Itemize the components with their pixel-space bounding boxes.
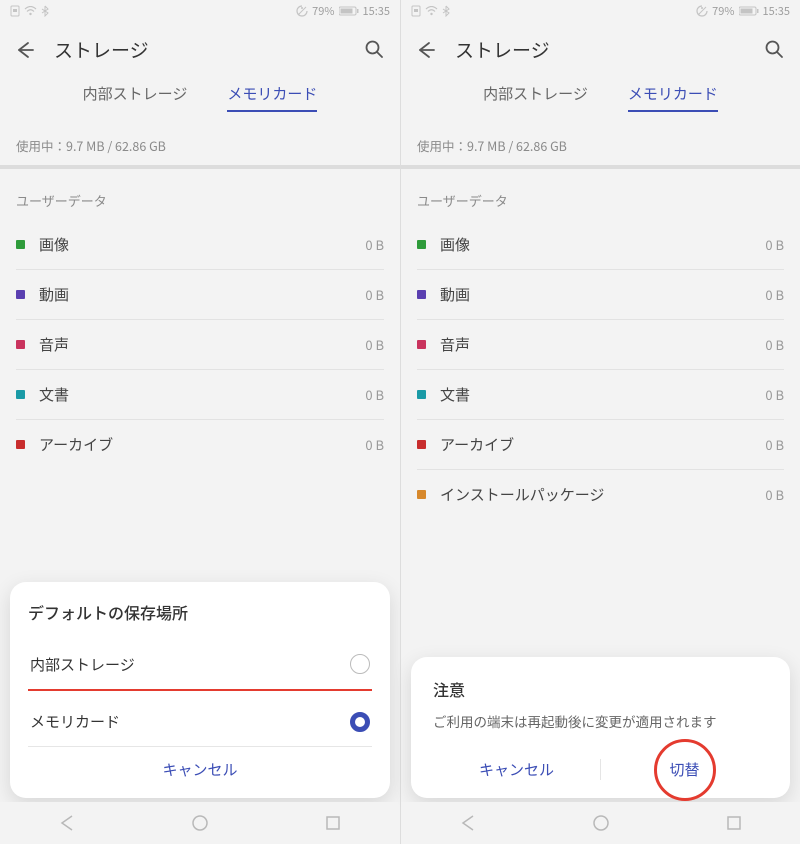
nav-home-icon[interactable] [592, 814, 610, 832]
color-swatch [16, 340, 25, 349]
category-list: 画像 0 B 動画 0 B 音声 0 B 文書 0 B アーカイブ 0 B [0, 220, 400, 469]
list-item[interactable]: 画像 0 B [16, 220, 384, 270]
screen-left: 79% 15:35 ストレージ 内部ストレージ メモリカード 使用中：9.7 M… [0, 0, 400, 844]
tab-sd[interactable]: メモリカード [227, 83, 317, 112]
color-swatch [16, 440, 25, 449]
nav-back-icon[interactable] [459, 814, 477, 832]
list-item[interactable]: アーカイブ 0 B [16, 420, 384, 469]
category-list: 画像 0 B 動画 0 B 音声 0 B 文書 0 B アーカイブ 0 B イン… [401, 220, 800, 519]
color-swatch [417, 440, 426, 449]
section-user-data: ユーザーデータ [0, 169, 400, 220]
nav-bar [0, 802, 400, 844]
list-item[interactable]: 文書 0 B [417, 370, 784, 420]
color-swatch [417, 340, 426, 349]
option-internal[interactable]: 内部ストレージ [28, 640, 372, 690]
nav-recent-icon[interactable] [324, 814, 342, 832]
page-title: ストレージ [54, 36, 346, 63]
list-item[interactable]: 動画 0 B [417, 270, 784, 320]
confirm-dialog: 注意 ご利用の端末は再起動後に変更が適用されます キャンセル 切替 [411, 657, 790, 798]
sim-icon [10, 5, 20, 17]
search-icon[interactable] [764, 39, 786, 61]
list-item[interactable]: 動画 0 B [16, 270, 384, 320]
section-user-data: ユーザーデータ [401, 169, 800, 220]
back-icon[interactable] [14, 39, 36, 61]
option-sd[interactable]: メモリカード [28, 697, 372, 747]
list-item[interactable]: アーカイブ 0 B [417, 420, 784, 470]
list-item[interactable]: 画像 0 B [417, 220, 784, 270]
tab-internal[interactable]: 内部ストレージ [483, 83, 588, 112]
color-swatch [16, 240, 25, 249]
tab-sd[interactable]: メモリカード [628, 83, 718, 112]
nav-home-icon[interactable] [191, 814, 209, 832]
color-swatch [16, 290, 25, 299]
list-item[interactable]: 音声 0 B [417, 320, 784, 370]
mute-icon [696, 5, 708, 17]
search-icon[interactable] [364, 39, 386, 61]
dialog-title: 注意 [433, 677, 768, 701]
header: ストレージ [0, 22, 400, 73]
sim-icon [411, 5, 421, 17]
list-item[interactable]: 文書 0 B [16, 370, 384, 420]
tabs: 内部ストレージ メモリカード [401, 73, 800, 118]
battery-icon [739, 6, 759, 16]
wifi-icon [24, 6, 37, 16]
wifi-icon [425, 6, 438, 16]
sheet-title: デフォルトの保存場所 [28, 600, 372, 624]
radio-unchecked-icon [350, 654, 370, 674]
radio-checked-icon [350, 712, 370, 732]
confirm-button[interactable]: 切替 [600, 759, 768, 780]
usage-label: 使用中：9.7 MB / 62.86 GB [0, 118, 400, 161]
color-swatch [417, 290, 426, 299]
screen-right: 79% 15:35 ストレージ 内部ストレージ メモリカード 使用中：9.7 M… [400, 0, 800, 844]
color-swatch [417, 390, 426, 399]
color-swatch [417, 490, 426, 499]
cancel-button[interactable]: キャンセル [433, 759, 600, 780]
dialog-actions: キャンセル 切替 [433, 751, 768, 788]
usage-label: 使用中：9.7 MB / 62.86 GB [401, 118, 800, 161]
nav-bar [401, 802, 800, 844]
status-bar: 79% 15:35 [401, 0, 800, 22]
bluetooth-icon [442, 5, 450, 17]
list-item[interactable]: インストールパッケージ 0 B [417, 470, 784, 519]
nav-recent-icon[interactable] [725, 814, 743, 832]
cancel-button[interactable]: キャンセル [28, 747, 372, 792]
tab-internal[interactable]: 内部ストレージ [83, 83, 188, 112]
color-swatch [417, 240, 426, 249]
back-icon[interactable] [415, 39, 437, 61]
mute-icon [296, 5, 308, 17]
nav-back-icon[interactable] [58, 814, 76, 832]
header: ストレージ [401, 22, 800, 73]
color-swatch [16, 390, 25, 399]
default-location-sheet: デフォルトの保存場所 内部ストレージ メモリカード キャンセル [10, 582, 390, 799]
dialog-message: ご利用の端末は再起動後に変更が適用されます [433, 711, 768, 731]
bluetooth-icon [41, 5, 49, 17]
time-text: 15:35 [363, 3, 390, 19]
page-title: ストレージ [455, 36, 746, 63]
battery-text: 79% [312, 3, 334, 19]
list-item[interactable]: 音声 0 B [16, 320, 384, 370]
battery-icon [339, 6, 359, 16]
time-text: 15:35 [763, 3, 790, 19]
status-bar: 79% 15:35 [0, 0, 400, 22]
battery-text: 79% [712, 3, 734, 19]
red-underline-annotation [28, 689, 372, 692]
tabs: 内部ストレージ メモリカード [0, 73, 400, 118]
